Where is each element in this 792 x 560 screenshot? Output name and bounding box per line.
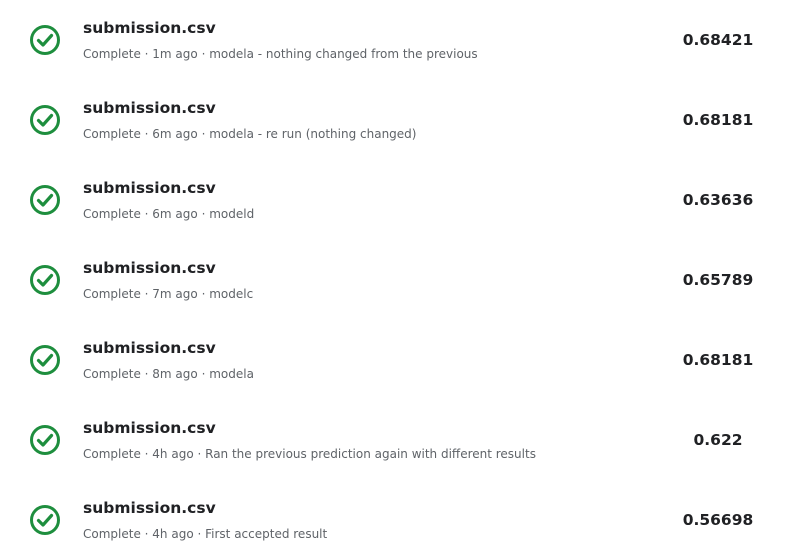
- submission-row[interactable]: submission.csv Complete · 8m ago · model…: [0, 320, 792, 400]
- submission-status: Complete: [83, 447, 141, 461]
- submission-status: Complete: [83, 207, 141, 221]
- submission-row[interactable]: submission.csv Complete · 6m ago · model…: [0, 160, 792, 240]
- submission-meta: Complete · 7m ago · modelc: [83, 287, 254, 301]
- submission-file-name[interactable]: submission.csv: [83, 498, 216, 518]
- submission-file-name[interactable]: submission.csv: [83, 98, 216, 118]
- submission-time: 8m ago: [152, 367, 198, 381]
- submission-score: 0.63636: [682, 191, 754, 209]
- submission-time: 4h ago: [152, 447, 194, 461]
- submission-time: 7m ago: [152, 287, 198, 301]
- submission-meta: Complete · 4h ago · First accepted resul…: [83, 527, 328, 541]
- submission-meta: Complete · 1m ago · modela - nothing cha…: [83, 47, 478, 61]
- submission-time: 6m ago: [152, 127, 198, 141]
- submission-row[interactable]: submission.csv Complete · 7m ago · model…: [0, 240, 792, 320]
- submission-time: 4h ago: [152, 527, 194, 541]
- submission-description: modelc: [209, 287, 254, 301]
- submission-description: modeld: [209, 207, 255, 221]
- submission-meta: Complete · 4h ago · Ran the previous pre…: [83, 447, 536, 461]
- submission-time: 1m ago: [152, 47, 198, 61]
- check-circle-icon: [29, 24, 61, 56]
- check-circle-icon: [29, 104, 61, 136]
- submission-status: Complete: [83, 47, 141, 61]
- submission-description: Ran the previous prediction again with d…: [205, 447, 536, 461]
- submission-row[interactable]: submission.csv Complete · 1m ago · model…: [0, 0, 792, 80]
- submission-file-name[interactable]: submission.csv: [83, 258, 216, 278]
- submission-row[interactable]: submission.csv Complete · 6m ago · model…: [0, 80, 792, 160]
- submission-description: modela - re run (nothing changed): [209, 127, 417, 141]
- submission-score: 0.65789: [682, 271, 754, 289]
- check-circle-icon: [29, 344, 61, 376]
- submission-file-name[interactable]: submission.csv: [83, 338, 216, 358]
- submission-score: 0.56698: [682, 511, 754, 529]
- submission-time: 6m ago: [152, 207, 198, 221]
- check-circle-icon: [29, 504, 61, 536]
- submission-description: modela - nothing changed from the previo…: [209, 47, 478, 61]
- submission-row[interactable]: submission.csv Complete · 4h ago · First…: [0, 480, 792, 560]
- submission-status: Complete: [83, 367, 141, 381]
- submission-row[interactable]: submission.csv Complete · 4h ago · Ran t…: [0, 400, 792, 480]
- submission-score: 0.68181: [682, 111, 754, 129]
- check-circle-icon: [29, 184, 61, 216]
- submission-file-name[interactable]: submission.csv: [83, 418, 216, 438]
- submission-score: 0.68181: [682, 351, 754, 369]
- submission-score: 0.68421: [682, 31, 754, 49]
- submission-score: 0.622: [693, 431, 743, 449]
- submission-description: First accepted result: [205, 527, 328, 541]
- submission-status: Complete: [83, 527, 141, 541]
- check-circle-icon: [29, 264, 61, 296]
- submission-meta: Complete · 6m ago · modeld: [83, 207, 255, 221]
- submission-description: modela: [209, 367, 254, 381]
- check-circle-icon: [29, 424, 61, 456]
- submission-meta: Complete · 8m ago · modela: [83, 367, 254, 381]
- submission-file-name[interactable]: submission.csv: [83, 18, 216, 38]
- submission-status: Complete: [83, 127, 141, 141]
- submission-meta: Complete · 6m ago · modela - re run (not…: [83, 127, 417, 141]
- submission-status: Complete: [83, 287, 141, 301]
- submission-file-name[interactable]: submission.csv: [83, 178, 216, 198]
